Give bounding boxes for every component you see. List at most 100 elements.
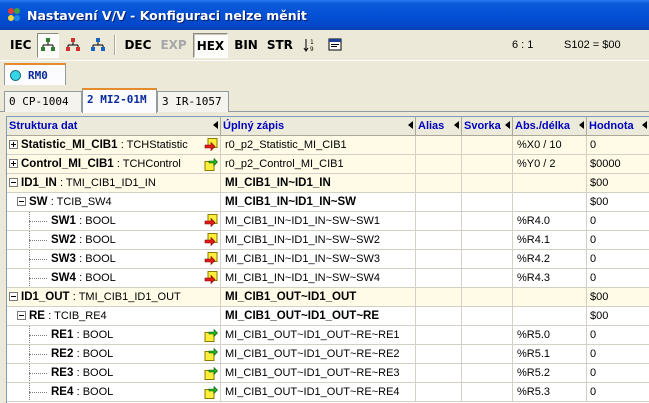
collapse-left-icon[interactable] — [505, 121, 510, 129]
alias-cell — [416, 383, 462, 401]
hex-button[interactable]: HEX — [192, 32, 229, 58]
bin-button[interactable]: BIN — [231, 33, 261, 58]
abs-cell: %X0 / 10 — [513, 136, 587, 154]
rack-tab-rm0[interactable]: RM0 — [4, 63, 66, 85]
item-name: SW : TCIB_SW4 — [29, 193, 112, 211]
abs-cell: %R5.0 — [513, 326, 587, 344]
window-icon[interactable] — [324, 33, 346, 58]
network-red-icon[interactable] — [62, 33, 84, 58]
terminal-cell — [462, 326, 513, 344]
status-readout: S102 = $00 — [564, 39, 621, 51]
abs-cell: %R4.1 — [513, 231, 587, 249]
item-name: RE3 : BOOL — [51, 364, 113, 382]
full-path-cell: MI_CIB1_IN~ID1_IN — [221, 174, 416, 192]
table-row[interactable]: SW2 : BOOL MI_CIB1_IN~ID1_IN~SW~SW2 %R4.1 0 — [7, 231, 649, 250]
tab-mi2-01m[interactable]: 2 MI2-01M — [82, 88, 157, 113]
structure-cell: ID1_IN : TMI_CIB1_ID1_IN — [7, 174, 221, 192]
svg-text:1: 1 — [310, 39, 314, 46]
tab-cp1004[interactable]: 0 CP-1004 — [4, 91, 82, 112]
full-path-cell: MI_CIB1_OUT~ID1_OUT~RE~RE4 — [221, 383, 416, 401]
table-row[interactable]: SW4 : BOOL MI_CIB1_IN~ID1_IN~SW~SW4 %R4.3 0 — [7, 269, 649, 288]
table-row[interactable]: Control_MI_CIB1 : TCHControl r0_p2_Contro… — [7, 155, 649, 174]
item-type-text: : TCIB_SW4 — [50, 196, 112, 208]
full-path-cell: MI_CIB1_OUT~ID1_OUT~RE~RE3 — [221, 364, 416, 382]
network-green-icon[interactable] — [37, 32, 60, 58]
expand-icon[interactable] — [9, 140, 18, 149]
col-terminal[interactable]: Svorka — [462, 117, 513, 136]
network-blue-icon[interactable] — [87, 33, 109, 58]
item-name-text: SW2 — [51, 234, 76, 246]
collapse-icon[interactable] — [17, 197, 26, 206]
app-icon — [6, 7, 22, 23]
item-name-text: RE3 — [51, 367, 74, 379]
table-row[interactable]: RE4 : BOOL MI_CIB1_OUT~ID1_OUT~RE~RE4 %R5.… — [7, 383, 649, 402]
tab-ir1057[interactable]: 3 IR-1057 — [157, 91, 229, 112]
green-arrow-right-icon — [204, 385, 218, 399]
table-row[interactable]: RE : TCIB_RE4 MI_CIB1_OUT~ID1_OUT~RE $00 — [7, 307, 649, 326]
item-name-text: SW — [29, 196, 48, 208]
col-abs-label: Abs./délka — [515, 120, 571, 132]
exp-button[interactable]: EXP — [157, 33, 189, 58]
collapse-left-icon[interactable] — [408, 121, 413, 129]
table-row[interactable]: SW : TCIB_SW4 MI_CIB1_IN~ID1_IN~SW $00 — [7, 193, 649, 212]
collapse-icon[interactable] — [9, 178, 18, 187]
col-full[interactable]: Úplný zápis — [221, 117, 416, 136]
dec-button[interactable]: DEC — [121, 33, 154, 58]
status-dot-icon — [10, 69, 21, 81]
table-row[interactable]: Statistic_MI_CIB1 : TCHStatistic r0_p2_St… — [7, 136, 649, 155]
item-name: SW4 : BOOL — [51, 269, 116, 287]
title-bar: Nastavení V/V - Konfiguraci nelze měnit — [0, 0, 649, 30]
item-name: RE : TCIB_RE4 — [29, 307, 107, 325]
tree-line — [29, 278, 47, 279]
item-type-text: : BOOL — [76, 386, 114, 398]
item-type-text: : BOOL — [76, 348, 114, 360]
full-path-cell: r0_p2_Statistic_MI_CIB1 — [221, 136, 416, 154]
col-value[interactable]: Hodnota — [587, 117, 649, 136]
item-type-text: : TCIB_RE4 — [48, 310, 107, 322]
full-path-cell: MI_CIB1_OUT~ID1_OUT — [221, 288, 416, 306]
value-cell: $0000 — [587, 155, 649, 173]
alias-cell — [416, 250, 462, 268]
tree-line — [29, 240, 47, 241]
table-row[interactable]: SW1 : BOOL MI_CIB1_IN~ID1_IN~SW~SW1 %R4.0 0 — [7, 212, 649, 231]
item-name-text: RE2 — [51, 348, 74, 360]
col-structure[interactable]: Struktura dat — [7, 117, 221, 136]
item-name: SW2 : BOOL — [51, 231, 116, 249]
table-row[interactable]: ID1_IN : TMI_CIB1_ID1_IN MI_CIB1_IN~ID1_I… — [7, 174, 649, 193]
alias-cell — [416, 269, 462, 287]
sort-icon[interactable]: 1 9 — [299, 33, 321, 58]
ratio-readout: 6 : 1 — [512, 39, 534, 51]
full-path-cell: MI_CIB1_IN~ID1_IN~SW~SW3 — [221, 250, 416, 268]
value-cell: 0 — [587, 212, 649, 230]
table-row[interactable]: RE1 : BOOL MI_CIB1_OUT~ID1_OUT~RE~RE1 %R5.… — [7, 326, 649, 345]
col-alias[interactable]: Alias — [416, 117, 462, 136]
collapse-left-icon[interactable] — [213, 121, 218, 129]
collapse-left-icon[interactable] — [579, 121, 584, 129]
item-name: ID1_OUT : TMI_CIB1_ID1_OUT — [21, 288, 181, 306]
terminal-cell — [462, 288, 513, 306]
table-row[interactable]: RE2 : BOOL MI_CIB1_OUT~ID1_OUT~RE~RE2 %R5.… — [7, 345, 649, 364]
str-button[interactable]: STR — [264, 33, 296, 58]
collapse-left-icon[interactable] — [454, 121, 459, 129]
table-row[interactable]: ID1_OUT : TMI_CIB1_ID1_OUT MI_CIB1_OUT~ID… — [7, 288, 649, 307]
data-grid[interactable]: Struktura dat Úplný zápis Alias Svorka A… — [6, 116, 649, 403]
col-abs[interactable]: Abs./délka — [513, 117, 587, 136]
structure-cell: SW : TCIB_SW4 — [7, 193, 221, 211]
table-row[interactable]: RE3 : BOOL MI_CIB1_OUT~ID1_OUT~RE~RE3 %R5.… — [7, 364, 649, 383]
structure-cell: SW1 : BOOL — [7, 212, 221, 230]
structure-cell: RE1 : BOOL — [7, 326, 221, 344]
item-type-text: : BOOL — [79, 215, 116, 227]
table-row[interactable]: SW3 : BOOL MI_CIB1_IN~ID1_IN~SW~SW3 %R4.2 0 — [7, 250, 649, 269]
window-title: Nastavení V/V - Konfiguraci nelze měnit — [27, 7, 307, 23]
value-cell: 0 — [587, 231, 649, 249]
red-arrow-right-icon — [204, 214, 218, 228]
collapse-icon[interactable] — [9, 292, 18, 301]
terminal-cell — [462, 307, 513, 325]
terminal-cell — [462, 364, 513, 382]
col-full-label: Úplný zápis — [223, 120, 285, 132]
value-cell: 0 — [587, 383, 649, 401]
expand-icon[interactable] — [9, 159, 18, 168]
collapse-left-icon[interactable] — [642, 121, 647, 129]
iec-button[interactable]: IEC — [7, 33, 34, 58]
collapse-icon[interactable] — [17, 311, 26, 320]
